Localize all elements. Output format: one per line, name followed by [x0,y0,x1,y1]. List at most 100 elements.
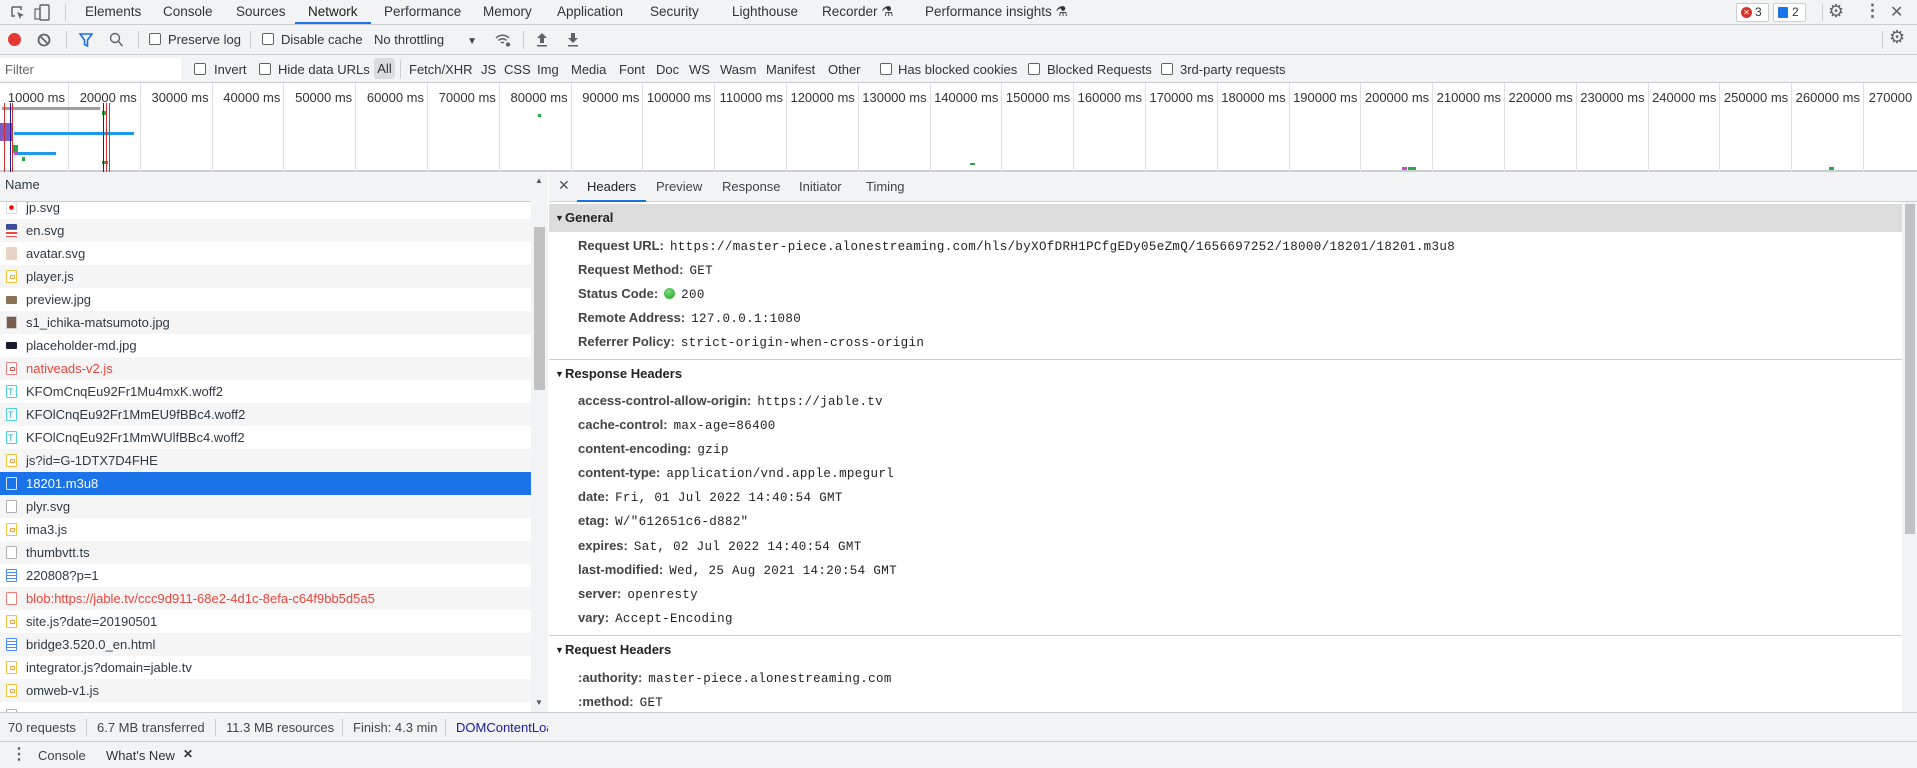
request-row[interactable]: avatar.svg [0,242,531,265]
request-row[interactable]: KFOmCnqEu92Fr1Mu4mxK.woff2 [0,380,531,404]
header-value[interactable]: gzip [697,443,728,457]
disable-cache-checkbox[interactable] [262,33,274,45]
filter-type-manifest[interactable]: Manifest [766,62,815,77]
request-row[interactable]: js?id=G-1DTX7D4FHE [0,448,531,472]
inspect-element-icon[interactable] [10,5,26,21]
details-tab-headers[interactable]: Headers [587,179,636,194]
request-row[interactable]: integrator.js?domain=jable.tv [0,656,531,679]
request-row[interactable]: KFOlCnqEu92Fr1MmWUlfBBc4.woff2 [0,426,531,450]
close-whats-new-icon[interactable]: ✕ [183,747,193,761]
filter-type-wasm[interactable]: Wasm [720,62,756,77]
header-value[interactable]: GET [640,696,664,710]
filter-type-font[interactable]: Font [619,62,645,77]
header-value[interactable]: W/"612651c6-d882" [615,515,748,529]
scroll-up-icon[interactable]: ▲ [535,176,543,185]
header-value[interactable]: strict-origin-when-cross-origin [681,336,924,350]
third-party-requests-checkbox[interactable] [1161,63,1173,75]
filter-type-img[interactable]: Img [537,62,559,77]
header-value[interactable]: openresty [627,588,698,602]
settings-gear-icon[interactable]: ⚙ [1828,1,1844,22]
request-row[interactable]: player.js [0,264,531,288]
devtools-tab-elements[interactable]: Elements [85,4,141,19]
request-row[interactable]: placeholder-md.jpg [0,334,531,357]
devtools-tab-network[interactable]: Network [308,4,358,19]
details-tab-preview[interactable]: Preview [656,179,702,194]
header-value[interactable]: master-piece.alonestreaming.com [648,672,891,686]
throttling-select[interactable]: No throttling ▼ [374,32,477,47]
general-section-header[interactable]: ▼ General [549,204,1902,232]
header-value[interactable]: Accept-Encoding [615,612,733,626]
more-options-icon[interactable]: ⋮ [1864,1,1881,21]
response-headers-section-header[interactable]: ▼ Response Headers [549,360,1902,388]
header-value[interactable]: application/vnd.apple.mpegurl [666,467,894,481]
scroll-down-icon[interactable]: ▼ [535,698,543,707]
devtools-tab-memory[interactable]: Memory [483,4,532,19]
close-devtools-icon[interactable]: ✕ [1890,2,1903,22]
devtools-tab-security[interactable]: Security [650,4,699,19]
request-row[interactable]: KFOlCnqEu92Fr1MmEU9fBBc4.woff2 [0,402,531,427]
request-row[interactable]: bridge3.520.0_en.html [0,632,531,656]
devtools-tab-lighthouse[interactable]: Lighthouse [732,4,798,19]
header-value[interactable]: Sat, 02 Jul 2022 14:40:54 GMT [634,540,862,554]
filter-type-css[interactable]: CSS [504,62,531,77]
filter-type-js[interactable]: JS [481,62,496,77]
export-har-icon[interactable] [567,32,579,47]
invert-checkbox[interactable] [194,63,206,75]
drawer-menu-icon[interactable]: ⋮ [11,744,27,764]
header-value[interactable]: https://jable.tv [757,395,883,409]
devtools-tab-performance[interactable]: Performance [384,4,461,19]
network-conditions-icon[interactable] [494,32,512,48]
list-scrollbar-thumb[interactable] [534,227,545,390]
clear-icon[interactable] [37,33,51,47]
request-row[interactable]: 220808?p=1 [0,564,531,587]
request-row[interactable]: en.svg [0,218,531,242]
devtools-tab-performance-insights[interactable]: Performance insights ⚗ [925,4,1068,20]
close-details-icon[interactable]: ✕ [558,177,570,194]
messages-badge[interactable]: 2 [1773,3,1806,22]
details-scrollbar-thumb[interactable] [1905,204,1915,534]
record-icon[interactable] [8,33,21,46]
devtools-tab-application[interactable]: Application [557,4,623,19]
header-value[interactable]: Wed, 25 Aug 2021 14:20:54 GMT [669,564,897,578]
request-row[interactable]: plyr.svg [0,494,531,518]
request-row[interactable] [0,704,531,712]
request-headers-section-header[interactable]: ▼ Request Headers [549,636,1902,664]
blocked-requests-checkbox[interactable] [1028,63,1040,75]
devtools-tab-console[interactable]: Console [163,4,213,19]
network-settings-gear-icon[interactable]: ⚙ [1889,27,1905,48]
errors-badge[interactable]: ✕ 3 [1736,3,1769,22]
hide-data-urls-checkbox[interactable] [259,63,271,75]
request-row[interactable]: blob:https://jable.tv/ccc9d911-68e2-4d1c… [0,586,531,610]
details-tab-timing[interactable]: Timing [866,179,905,194]
filter-type-ws[interactable]: WS [689,62,710,77]
header-value[interactable]: https://master-piece.alonestreaming.com/… [670,240,1455,254]
request-row[interactable]: s1_ichika-matsumoto.jpg [0,310,531,334]
request-row[interactable]: ima3.js [0,518,531,541]
request-row[interactable]: 18201.m3u8 [0,471,531,495]
devtools-tab-sources[interactable]: Sources [236,4,286,19]
request-row[interactable]: nativeads-v2.js [0,356,531,380]
filter-type-other[interactable]: Other [828,62,861,77]
details-tab-initiator[interactable]: Initiator [799,179,842,194]
search-icon[interactable] [109,32,124,48]
drawer-tab-console[interactable]: Console [38,748,86,763]
header-value[interactable]: GET [689,264,713,278]
header-value[interactable]: 200 [681,288,705,302]
preserve-log-checkbox[interactable] [149,33,161,45]
overview-timeline[interactable]: 10000 ms 20000 ms 30000 ms 40000 ms 50000 ms… [0,83,1917,172]
request-row[interactable]: omweb-v1.js [0,678,531,702]
header-value[interactable]: Fri, 01 Jul 2022 14:40:54 GMT [615,491,843,505]
devtools-tab-recorder[interactable]: Recorder ⚗ [822,4,893,20]
header-value[interactable]: max-age=86400 [674,419,776,433]
details-tab-response[interactable]: Response [722,179,781,194]
filter-type-fetch-xhr[interactable]: Fetch/XHR [409,62,473,77]
request-row[interactable]: thumbvtt.ts [0,540,531,564]
device-toolbar-icon[interactable] [34,4,50,21]
drawer-tab-whats-new[interactable]: What's New [106,748,175,763]
request-row[interactable]: preview.jpg [0,288,531,311]
filter-input[interactable] [0,58,181,80]
import-har-icon[interactable] [536,32,548,47]
has-blocked-cookies-checkbox[interactable] [880,63,892,75]
filter-type-doc[interactable]: Doc [656,62,679,77]
name-column-header[interactable]: Name [0,172,531,202]
